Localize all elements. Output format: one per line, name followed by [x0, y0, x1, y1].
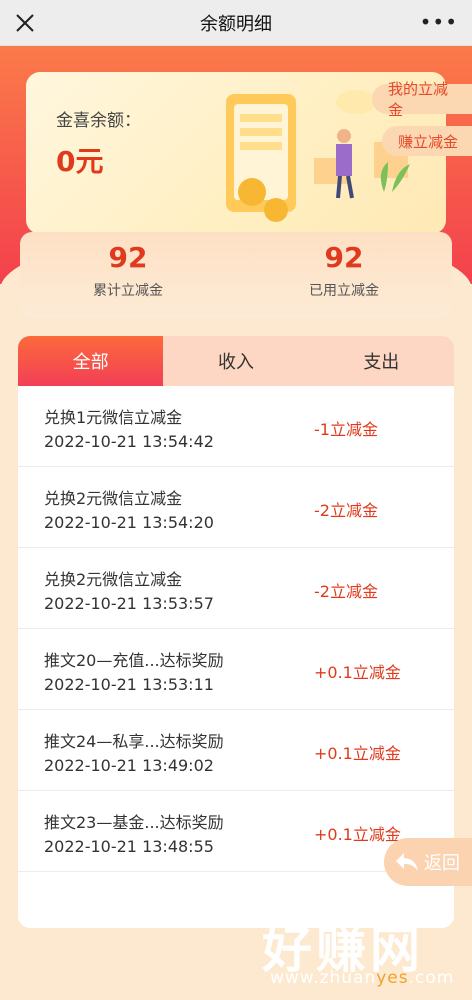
record-amount: -2立减金	[314, 582, 378, 601]
tab-all[interactable]: 全部	[18, 336, 164, 386]
stats-card: 92 累计立减金 92 已用立减金	[20, 232, 452, 318]
record-time: 2022-10-21 13:53:57	[44, 594, 214, 613]
record-amount: +0.1立减金	[314, 825, 401, 844]
list-item: 兑换2元微信立减金 2022-10-21 13:53:57 -2立减金	[18, 548, 454, 629]
record-title: 推文23—基金...达标奖励	[44, 813, 224, 832]
list-item: 推文24—私享...达标奖励 2022-10-21 13:49:02 +0.1立…	[18, 710, 454, 791]
record-title: 推文20—充值...达标奖励	[44, 651, 224, 670]
record-title: 推文24—私享...达标奖励	[44, 732, 224, 751]
back-button[interactable]: 返回	[384, 838, 472, 886]
tab-bar: 全部 收入 支出	[18, 336, 454, 386]
back-label: 返回	[424, 853, 460, 874]
record-title: 兑换2元微信立减金	[44, 570, 183, 589]
earn-coupons-button[interactable]: 赚立减金	[382, 126, 472, 156]
stat-total-value: 92	[108, 241, 148, 274]
list-item: 兑换1元微信立减金 2022-10-21 13:54:42 -1立减金	[18, 386, 454, 467]
stat-used: 92 已用立减金	[236, 232, 452, 318]
list-item: 推文20—充值...达标奖励 2022-10-21 13:53:11 +0.1立…	[18, 629, 454, 710]
records-list: 兑换1元微信立减金 2022-10-21 13:54:42 -1立减金 兑换2元…	[18, 386, 454, 872]
record-amount: +0.1立减金	[314, 663, 401, 682]
stat-used-label: 已用立减金	[309, 283, 379, 299]
page-title: 余额明细	[200, 13, 272, 35]
more-icon[interactable]: •••	[420, 12, 458, 32]
stat-used-value: 92	[324, 241, 364, 274]
close-icon[interactable]	[10, 8, 40, 38]
stat-total: 92 累计立减金	[20, 232, 236, 318]
record-amount: +0.1立减金	[314, 744, 401, 763]
return-arrow-icon	[396, 853, 418, 871]
record-time: 2022-10-21 13:54:42	[44, 432, 214, 451]
list-item: 兑换2元微信立减金 2022-10-21 13:54:20 -2立减金	[18, 467, 454, 548]
watermark-url: www.zhuanyes.com	[270, 968, 454, 988]
record-amount: -2立减金	[314, 501, 378, 520]
my-coupons-button[interactable]: 我的立减金	[372, 80, 472, 119]
record-amount: -1立减金	[314, 420, 378, 439]
watermark-url-a: www.zhuan	[270, 968, 377, 988]
record-time: 2022-10-21 13:49:02	[44, 756, 214, 775]
tab-income[interactable]: 收入	[163, 336, 308, 386]
stat-total-label: 累计立减金	[93, 283, 163, 299]
record-title: 兑换1元微信立减金	[44, 408, 183, 427]
record-time: 2022-10-21 13:54:20	[44, 513, 214, 532]
nav-bar: 余额明细 •••	[0, 0, 472, 46]
record-title: 兑换2元微信立减金	[44, 489, 183, 508]
tab-expense[interactable]: 支出	[309, 336, 454, 386]
records-panel: 全部 收入 支出 兑换1元微信立减金 2022-10-21 13:54:42 -…	[18, 336, 454, 928]
record-time: 2022-10-21 13:53:11	[44, 675, 214, 694]
watermark-url-c: .com	[408, 968, 455, 988]
record-time: 2022-10-21 13:48:55	[44, 837, 214, 856]
watermark-url-b: yes	[376, 968, 409, 988]
balance-value: 0元	[56, 145, 104, 178]
balance-label: 金喜余额：	[56, 111, 141, 131]
